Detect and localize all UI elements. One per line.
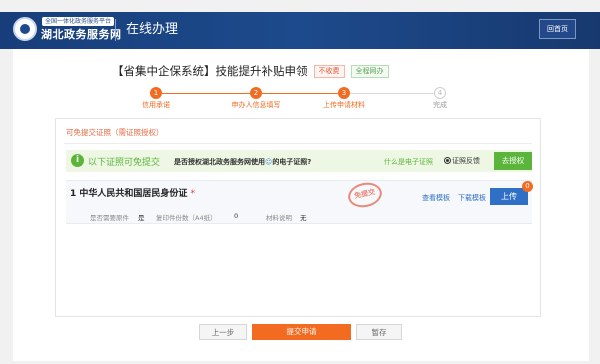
feedback-icon xyxy=(444,157,451,164)
material-title: 1 中华人民共和国居民身份证 * xyxy=(70,186,195,199)
meta-desc-label: 材料说明 xyxy=(266,214,292,222)
view-template-link[interactable]: 查看模板 xyxy=(422,193,450,203)
submit-application-button[interactable]: 提交申请 xyxy=(252,324,351,340)
banner-question-prefix: 是否授权湖北政务服务网使用 xyxy=(174,158,265,166)
step-1-label: 信用承诺 xyxy=(142,101,170,109)
step-2-circle: 2 xyxy=(250,87,262,99)
what-is-e-license-link[interactable]: 什么是电子证照 xyxy=(384,157,433,167)
online-tag: 全程网办 xyxy=(350,64,389,78)
exempt-stamp-icon: 免提交 xyxy=(345,179,385,211)
save-draft-button[interactable]: 暂存 xyxy=(356,324,402,340)
page-title-row: 【省集中企保系统】技能提升补贴申领 不收费 全程网办 xyxy=(112,63,389,79)
logo-title[interactable]: 湖北政务服务网 xyxy=(41,28,122,42)
license-auth-banner: i 以下证照可免提交 是否授权湖北政务服务网使用☺的电子证照? 什么是电子证照 … xyxy=(66,150,532,172)
logo-subtitle: 全国一体化政务服务平台 xyxy=(42,17,115,26)
step-3-circle: 3 xyxy=(338,87,350,99)
required-mark: * xyxy=(190,189,196,199)
download-template-link[interactable]: 下载模板 xyxy=(458,193,486,203)
top-header-bar: 全国一体化政务服务平台 湖北政务服务网 在线办理 回首页 xyxy=(0,12,600,49)
step-4-label: 完成 xyxy=(433,101,447,109)
page-title: 【省集中企保系统】技能提升补贴申领 xyxy=(112,64,308,78)
upload-button[interactable]: 上传 xyxy=(490,188,528,205)
material-item: 1 中华人民共和国居民身份证 * 免提交 查看模板 下载模板 上传 0 是否需要… xyxy=(66,179,533,224)
step-connector-1 xyxy=(162,93,250,94)
upload-count-badge: 0 xyxy=(522,181,533,192)
home-button[interactable]: 回首页 xyxy=(539,19,576,39)
step-3-label: 上传申请材料 xyxy=(323,101,365,109)
step-2-label: 申办人信息填写 xyxy=(231,101,281,109)
license-feedback-link[interactable]: 证照反馈 xyxy=(444,156,480,166)
fee-tag: 不收费 xyxy=(313,64,345,78)
meta-original-value: 是 xyxy=(138,214,145,222)
panel-divider xyxy=(64,143,532,144)
meta-copies-value: 0 xyxy=(234,212,239,220)
meta-copies-label: 复印件份数（A4纸） xyxy=(156,214,217,222)
step-1-circle: 1 xyxy=(150,87,162,99)
feedback-label: 证照反馈 xyxy=(452,157,480,165)
banner-question-suffix: 的电子证照? xyxy=(272,158,312,166)
header-divider xyxy=(115,19,116,41)
banner-main-text: 以下证照可免提交 xyxy=(88,158,161,168)
panel-title: 可免提交证照（需证照授权） xyxy=(66,128,164,137)
exempt-license-panel: 可免提交证照（需证照授权） i 以下证照可免提交 是否授权湖北政务服务网使用☺的… xyxy=(55,118,541,317)
material-title-text: 1 中华人民共和国居民身份证 xyxy=(70,189,188,199)
meta-original-label: 是否需要原件 xyxy=(90,214,129,222)
hubei-emblem-logo-icon xyxy=(13,17,37,41)
step-4-circle: 4 xyxy=(434,87,446,99)
banner-question: 是否授权湖北政务服务网使用☺的电子证照? xyxy=(174,157,311,167)
step-connector-3 xyxy=(350,93,434,94)
step-connector-2 xyxy=(262,93,338,94)
meta-desc-value: 无 xyxy=(300,214,307,222)
previous-step-button[interactable]: 上一步 xyxy=(199,324,247,340)
authorize-button[interactable]: 去授权 xyxy=(494,152,532,170)
header-section-title: 在线办理 xyxy=(126,22,179,37)
info-icon: i xyxy=(71,154,84,167)
